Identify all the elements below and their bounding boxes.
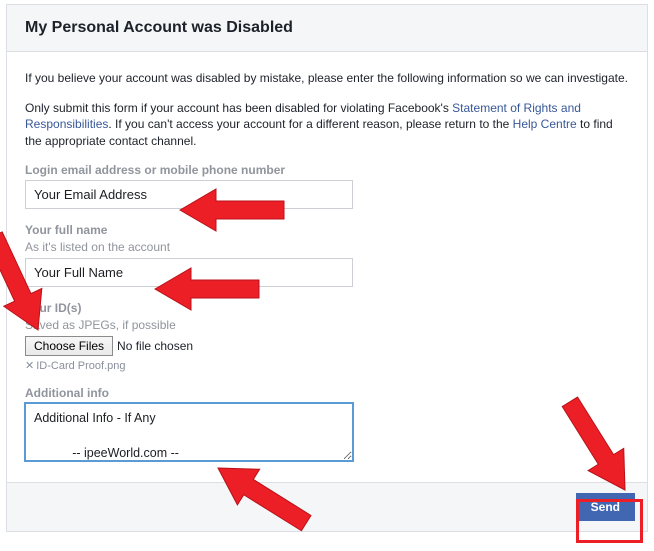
link-help-centre[interactable]: Help Centre bbox=[513, 117, 577, 131]
field-additional: Additional info bbox=[25, 386, 629, 464]
uploaded-file-name: ID-Card Proof.png bbox=[36, 360, 125, 372]
choose-files-button[interactable]: Choose Files bbox=[25, 336, 113, 356]
panel-footer: Send bbox=[7, 482, 647, 531]
additional-info-textarea[interactable] bbox=[25, 403, 353, 461]
send-button[interactable]: Send bbox=[576, 493, 635, 521]
policy-text: Only submit this form if your account ha… bbox=[25, 100, 629, 149]
remove-file-icon[interactable]: ✕ bbox=[25, 360, 34, 372]
email-input[interactable] bbox=[25, 180, 353, 209]
policy-text-1: Only submit this form if your account ha… bbox=[25, 101, 452, 115]
policy-text-2: . If you can't access your account for a… bbox=[108, 117, 512, 131]
label-additional: Additional info bbox=[25, 386, 629, 400]
uploaded-file-item: ✕ID-Card Proof.png bbox=[25, 360, 125, 372]
field-id-upload: Your ID(s) Saved as JPEGs, if possible C… bbox=[25, 301, 629, 372]
panel-body: If you believe your account was disabled… bbox=[7, 52, 647, 482]
form-panel: My Personal Account was Disabled If you … bbox=[6, 4, 648, 532]
label-id: Your ID(s) bbox=[25, 301, 629, 315]
label-email: Login email address or mobile phone numb… bbox=[25, 163, 629, 177]
sublabel-full-name: As it's listed on the account bbox=[25, 240, 629, 254]
uploaded-file-list: ✕ID-Card Proof.png bbox=[25, 358, 629, 372]
full-name-input[interactable] bbox=[25, 258, 353, 287]
field-full-name: Your full name As it's listed on the acc… bbox=[25, 223, 629, 287]
panel-header: My Personal Account was Disabled bbox=[7, 5, 647, 52]
intro-text: If you believe your account was disabled… bbox=[25, 70, 629, 86]
label-full-name: Your full name bbox=[25, 223, 629, 237]
sublabel-id: Saved as JPEGs, if possible bbox=[25, 318, 629, 332]
page-title: My Personal Account was Disabled bbox=[25, 19, 629, 37]
field-email: Login email address or mobile phone numb… bbox=[25, 163, 629, 209]
no-file-chosen-text: No file chosen bbox=[117, 339, 193, 353]
